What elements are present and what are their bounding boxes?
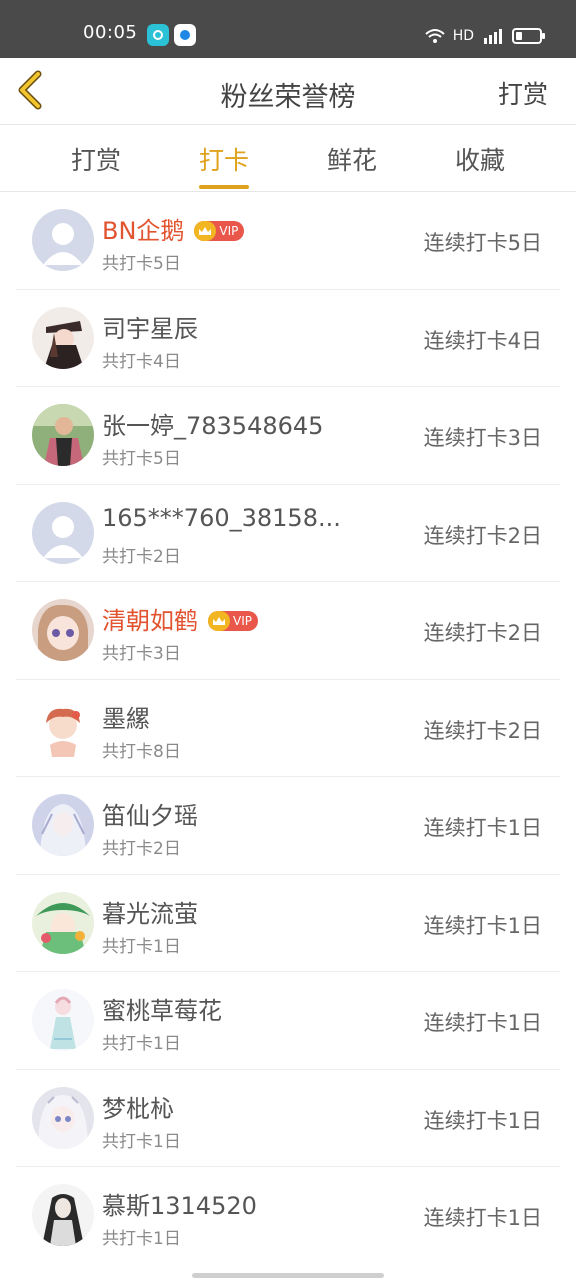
tab-favorites[interactable]: 收藏 bbox=[420, 141, 540, 177]
status-time: 00:05 bbox=[83, 22, 138, 43]
page-header: 粉丝荣誉榜 打赏 bbox=[0, 58, 576, 125]
user-name: 清朝如鹤 VIP bbox=[102, 601, 258, 636]
user-name: 165***760_38158... bbox=[102, 503, 341, 532]
user-name: 司宇星辰 bbox=[102, 314, 198, 343]
streak-text: 连续打卡1日 bbox=[423, 1011, 542, 1035]
avatar[interactable] bbox=[32, 891, 94, 954]
total-checkins: 共打卡3日 bbox=[102, 644, 181, 664]
user-name: 蜜桃草莓花 bbox=[102, 997, 222, 1025]
streak-text: 连续打卡2日 bbox=[423, 621, 542, 645]
list-item[interactable]: 慕斯1314520 共打卡1日 连续打卡1日 bbox=[16, 1167, 560, 1264]
status-indicators: HD bbox=[425, 24, 545, 48]
app-notification-icon bbox=[147, 24, 169, 46]
list-item[interactable]: 梦枇杺 共打卡1日 连续打卡1日 bbox=[16, 1070, 560, 1167]
crown-icon bbox=[208, 611, 230, 631]
avatar[interactable] bbox=[32, 501, 94, 564]
vip-badge: VIP bbox=[194, 221, 245, 241]
total-checkins: 共打卡2日 bbox=[102, 546, 181, 567]
total-checkins: 共打卡1日 bbox=[102, 1131, 181, 1152]
avatar[interactable] bbox=[32, 1086, 94, 1149]
total-checkins: 共打卡2日 bbox=[102, 839, 181, 859]
user-name: 暮光流萤 bbox=[102, 899, 198, 928]
crown-icon bbox=[194, 221, 217, 241]
wifi-icon bbox=[425, 29, 445, 43]
tab-checkin[interactable]: 打卡 bbox=[164, 141, 284, 189]
tab-bar: 打赏 打卡 鲜花 收藏 bbox=[0, 125, 576, 192]
home-indicator[interactable] bbox=[192, 1273, 384, 1278]
streak-text: 连续打卡5日 bbox=[423, 231, 542, 255]
list-item[interactable]: 暮光流萤 共打卡1日 连续打卡1日 bbox=[16, 875, 560, 972]
list-item[interactable]: 笛仙夕瑶 共打卡2日 连续打卡1日 bbox=[16, 777, 560, 875]
streak-text: 连续打卡2日 bbox=[423, 523, 542, 548]
tab-reward[interactable]: 打赏 bbox=[36, 141, 156, 177]
avatar[interactable] bbox=[32, 1184, 94, 1246]
user-name: 慕斯1314520 bbox=[102, 1192, 257, 1220]
list-item[interactable]: 张一婷_783548645 共打卡5日 连续打卡3日 bbox=[16, 387, 560, 485]
avatar[interactable] bbox=[32, 306, 94, 369]
total-checkins: 共打卡5日 bbox=[102, 449, 181, 469]
user-name: 张一婷_783548645 bbox=[102, 412, 324, 440]
avatar[interactable] bbox=[32, 599, 94, 661]
network-label: HD bbox=[452, 28, 474, 44]
battery-icon bbox=[512, 28, 545, 44]
total-checkins: 共打卡5日 bbox=[102, 254, 181, 274]
list-item[interactable]: 司宇星辰 共打卡4日 连续打卡4日 bbox=[16, 290, 560, 387]
total-checkins: 共打卡8日 bbox=[102, 741, 181, 762]
avatar[interactable] bbox=[32, 404, 94, 466]
total-checkins: 共打卡1日 bbox=[102, 1034, 181, 1054]
streak-text: 连续打卡1日 bbox=[423, 1108, 542, 1133]
app-notification-icon-2 bbox=[174, 24, 196, 46]
streak-text: 连续打卡2日 bbox=[423, 718, 542, 743]
total-checkins: 共打卡4日 bbox=[102, 351, 181, 372]
avatar[interactable] bbox=[32, 209, 94, 271]
page-title: 粉丝荣誉榜 bbox=[220, 82, 356, 113]
user-name: 梦枇杺 bbox=[102, 1094, 174, 1123]
avatar[interactable] bbox=[32, 794, 94, 856]
reward-button[interactable]: 打赏 bbox=[498, 75, 548, 111]
streak-text: 连续打卡1日 bbox=[423, 1206, 542, 1230]
streak-text: 连续打卡3日 bbox=[423, 426, 542, 450]
list-item[interactable]: 清朝如鹤 VIP 共打卡3日 连续打卡2日 bbox=[16, 582, 560, 680]
list-item[interactable]: BN企鹅 VIP 共打卡5日 连续打卡5日 bbox=[16, 192, 560, 290]
user-name: BN企鹅 VIP bbox=[102, 211, 245, 246]
active-tab-indicator bbox=[199, 185, 249, 189]
streak-text: 连续打卡1日 bbox=[423, 913, 542, 938]
vip-badge: VIP bbox=[208, 611, 258, 631]
avatar[interactable] bbox=[32, 696, 94, 759]
avatar[interactable] bbox=[32, 989, 94, 1051]
fan-ranking-list: BN企鹅 VIP 共打卡5日 连续打卡5日 司宇星辰 共打卡4日 连续打卡4日 张… bbox=[16, 192, 560, 1264]
tab-flowers[interactable]: 鲜花 bbox=[292, 141, 412, 177]
user-name: 墨縲 bbox=[102, 704, 150, 733]
signal-icon bbox=[484, 29, 502, 44]
user-name: 笛仙夕瑶 bbox=[102, 802, 198, 830]
total-checkins: 共打卡1日 bbox=[102, 1229, 181, 1249]
list-item[interactable]: 墨縲 共打卡8日 连续打卡2日 bbox=[16, 680, 560, 777]
status-bar: 00:05 HD bbox=[0, 0, 576, 58]
list-item[interactable]: 165***760_38158... 共打卡2日 连续打卡2日 bbox=[16, 485, 560, 582]
total-checkins: 共打卡1日 bbox=[102, 936, 181, 957]
streak-text: 连续打卡1日 bbox=[423, 816, 542, 840]
streak-text: 连续打卡4日 bbox=[423, 328, 542, 353]
list-item[interactable]: 蜜桃草莓花 共打卡1日 连续打卡1日 bbox=[16, 972, 560, 1070]
